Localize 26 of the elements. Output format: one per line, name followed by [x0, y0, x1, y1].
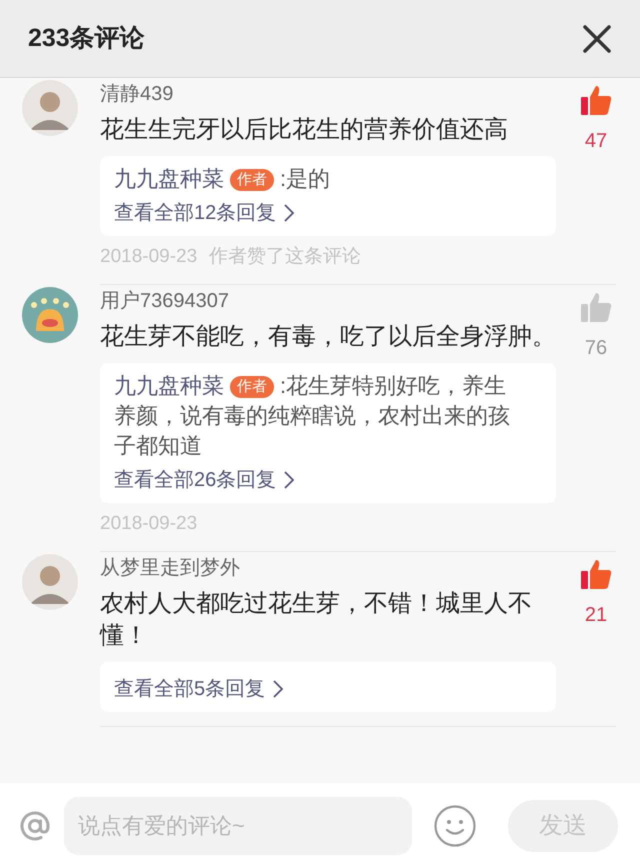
avatar[interactable]: [22, 554, 78, 610]
like-count: 21: [584, 603, 608, 628]
comments-title: 233条评论: [28, 22, 145, 54]
username[interactable]: 从梦里走到梦外: [100, 554, 240, 582]
chevron-icon: [284, 204, 294, 222]
comment-text: 农村人大都吃过花生芽，不错！城里人不懂！: [100, 589, 533, 651]
chevron-icon: [284, 471, 294, 489]
reply-text: 九九盘种菜 作者 :是的: [114, 165, 332, 193]
username[interactable]: 清静439: [100, 80, 174, 108]
reply-text: 九九盘种菜 作者 :花生芽特别好吃，养生养颜，说有毒的纯粹瞎说，农村出来的孩子都知道: [114, 372, 511, 460]
username[interactable]: 用户73694307: [100, 287, 229, 315]
like-count: 76: [584, 336, 608, 361]
avatar[interactable]: [22, 80, 78, 136]
mention-icon[interactable]: [20, 810, 50, 840]
like-count: 47: [584, 129, 608, 154]
like-icon[interactable]: [580, 558, 612, 590]
chevron-icon: [273, 680, 284, 698]
comment-text: 花生生完牙以后比花生的营养价值还高: [100, 115, 509, 145]
comment-text: 花生芽不能吃，有毒，吃了以后全身浮肿。: [100, 322, 556, 352]
avatar[interactable]: [22, 287, 78, 343]
view-replies-link[interactable]: 查看全部5条回复: [114, 674, 284, 704]
view-replies-link[interactable]: 查看全部12条回复: [114, 198, 294, 228]
like-icon[interactable]: [580, 84, 612, 116]
comment-input[interactable]: 说点有爱的评论~: [64, 796, 412, 854]
emoji-icon[interactable]: [434, 804, 476, 846]
view-replies-link[interactable]: 查看全部26条回复: [114, 465, 294, 495]
